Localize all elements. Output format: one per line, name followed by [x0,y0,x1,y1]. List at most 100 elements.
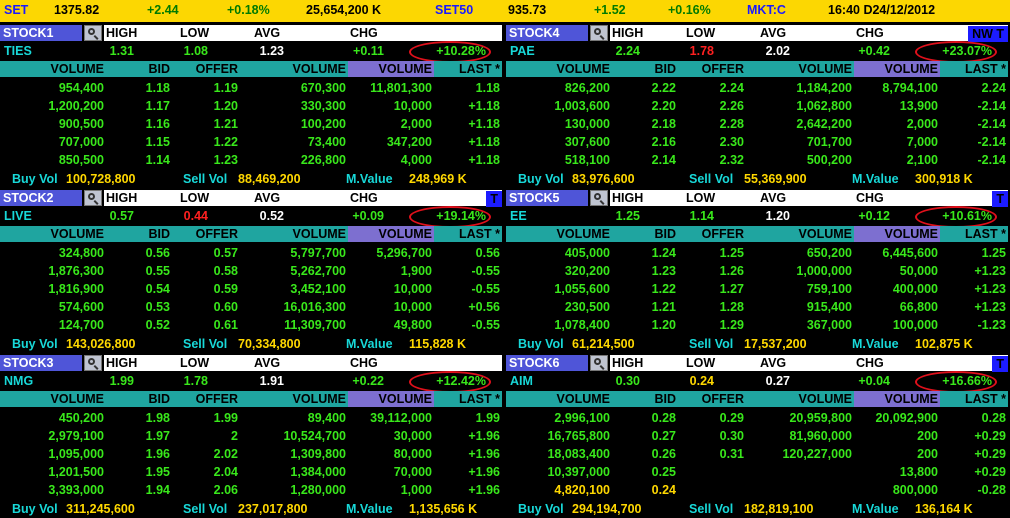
header-avg: AVG [760,26,787,40]
quote-row: 2,979,100 1.97 2 10,524,700 30,000 +1.96 [0,427,502,445]
bid-price: 0.52 [145,318,170,332]
summary-values-row: AIM 0.30 0.24 0.27 +0.04 +16.66% [506,371,1008,393]
stock-slot-label[interactable]: STOCK5 [506,190,588,206]
stock-slot-label[interactable]: STOCK4 [506,25,588,41]
high-value: 2.24 [615,44,640,58]
magnifier-icon[interactable] [84,25,102,41]
col-offer: OFFER [195,62,238,76]
stock-symbol[interactable]: NMG [4,374,33,388]
market-summary-bar: SET 1375.82 +2.44 +0.18% 25,654,200 K SE… [0,0,1010,22]
change-value: +0.22 [352,374,384,388]
quote-row: 405,000 1.24 1.25 650,200 6,445,600 1.25 [506,244,1008,262]
quote-row: 450,200 1.98 1.99 89,400 39,112,000 1.99 [0,409,502,427]
stock-symbol[interactable]: EE [510,209,527,223]
trade-price: 0.56 [475,246,500,260]
highlight-circle [409,206,491,228]
trade-volume: 13,900 [899,99,938,113]
col-trade-volume: VOLUME [884,392,938,406]
offer-volume: 5,262,700 [290,264,346,278]
offer-volume: 915,400 [806,300,852,314]
buy-vol-label: Buy Vol [518,172,564,186]
stock-symbol[interactable]: LIVE [4,209,32,223]
magnifier-icon[interactable] [590,190,608,206]
magnifier-icon[interactable] [590,355,608,371]
bid-price: 0.26 [651,447,676,461]
offer-price: 1.19 [213,81,238,95]
bid-price: 1.18 [145,81,170,95]
buy-vol-label: Buy Vol [12,337,58,351]
offer-price: 2.06 [213,483,238,497]
col-bid: BID [148,392,170,406]
trade-price: -2.14 [977,99,1007,113]
trade-price: +0.29 [974,465,1006,479]
offer-volume: 1,000,000 [796,264,852,278]
header-low: LOW [180,191,210,205]
column-header-row: VOLUME BID OFFER VOLUME VOLUME LAST * [506,61,1008,77]
buy-vol-value: 61,214,500 [572,337,635,351]
offer-volume: 16,016,300 [283,300,346,314]
trade-volume: 1,000 [400,483,432,497]
magnifier-icon[interactable] [84,355,102,371]
high-value: 1.25 [615,209,640,223]
sell-vol-label: Sell Vol [689,337,734,351]
stock-symbol[interactable]: PAE [510,44,535,58]
bid-price: 1.17 [145,99,170,113]
change-value: +0.04 [858,374,890,388]
header-high: HIGH [106,191,138,205]
quote-row: 707,000 1.15 1.22 73,400 347,200 +1.18 [0,133,502,151]
mvalue-label: M.Value [852,172,899,186]
trade-volume: 49,800 [393,318,432,332]
volume-summary-row: Buy Vol 100,728,800 Sell Vol 88,469,200 … [0,170,502,188]
offer-price: 0.57 [213,246,238,260]
summary-values-row: TIES 1.31 1.08 1.23 +0.11 +10.28% [0,41,502,63]
trade-volume: 2,000 [400,117,432,131]
offer-price: 1.25 [719,246,744,260]
quote-row: 1,003,600 2.20 2.26 1,062,800 13,900 -2.14 [506,97,1008,115]
summary-values-row: NMG 1.99 1.78 1.91 +0.22 +12.42% [0,371,502,393]
trade-volume: 100,000 [892,318,938,332]
bid-volume: 1,816,900 [48,282,104,296]
stock-slot-label[interactable]: STOCK3 [0,355,82,371]
change-value: +0.11 [353,44,384,58]
summary-header-bar: HIGH LOW AVG CHG [104,25,502,41]
quote-row: 3,393,000 1.94 2.06 1,280,000 1,000 +1.96 [0,481,502,499]
col-offer-volume: VOLUME [292,227,346,241]
trade-price: +0.29 [974,447,1006,461]
sell-vol-value: 70,334,800 [238,337,301,351]
trade-price: +1.18 [468,135,500,149]
stock-slot-label[interactable]: STOCK6 [506,355,588,371]
quote-row: 18,083,400 0.26 0.31 120,227,000 200 +0.29 [506,445,1008,463]
status-badge: T [992,191,1008,207]
high-value: 0.57 [109,209,134,223]
offer-volume: 3,452,100 [290,282,346,296]
header-high: HIGH [612,26,644,40]
bid-price: 0.24 [651,483,676,497]
stock-slot-label[interactable]: STOCK2 [0,190,82,206]
col-last: LAST * [965,62,1006,76]
quote-row: 518,100 2.14 2.32 500,200 2,100 -2.14 [506,151,1008,169]
col-offer: OFFER [701,392,744,406]
stock-slot-label[interactable]: STOCK1 [0,25,82,41]
bid-volume: 518,100 [564,153,610,167]
magnifier-icon[interactable] [84,190,102,206]
stock-symbol[interactable]: TIES [4,44,32,58]
trade-volume: 7,000 [906,135,938,149]
bid-price: 1.16 [145,117,170,131]
offer-volume: 11,309,700 [284,318,346,332]
offer-price: 1.27 [719,282,744,296]
mvalue-label: M.Value [346,337,393,351]
stock-symbol[interactable]: AIM [510,374,533,388]
quote-row: 574,600 0.53 0.60 16,016,300 10,000 +0.56 [0,298,502,316]
magnifier-icon[interactable] [590,25,608,41]
col-trade-volume: VOLUME [378,227,432,241]
col-bid-volume: VOLUME [556,227,610,241]
offer-price: 2.28 [719,117,744,131]
highlight-circle [915,206,997,228]
trade-price: +1.23 [974,300,1006,314]
high-value: 0.30 [615,374,640,388]
bid-volume: 307,600 [564,135,610,149]
trade-volume: 11,801,300 [370,81,432,95]
summary-header-bar: HIGH LOW AVG CHG T [610,355,1008,372]
offer-volume: 701,700 [806,135,852,149]
offer-price: 1.99 [213,411,238,425]
